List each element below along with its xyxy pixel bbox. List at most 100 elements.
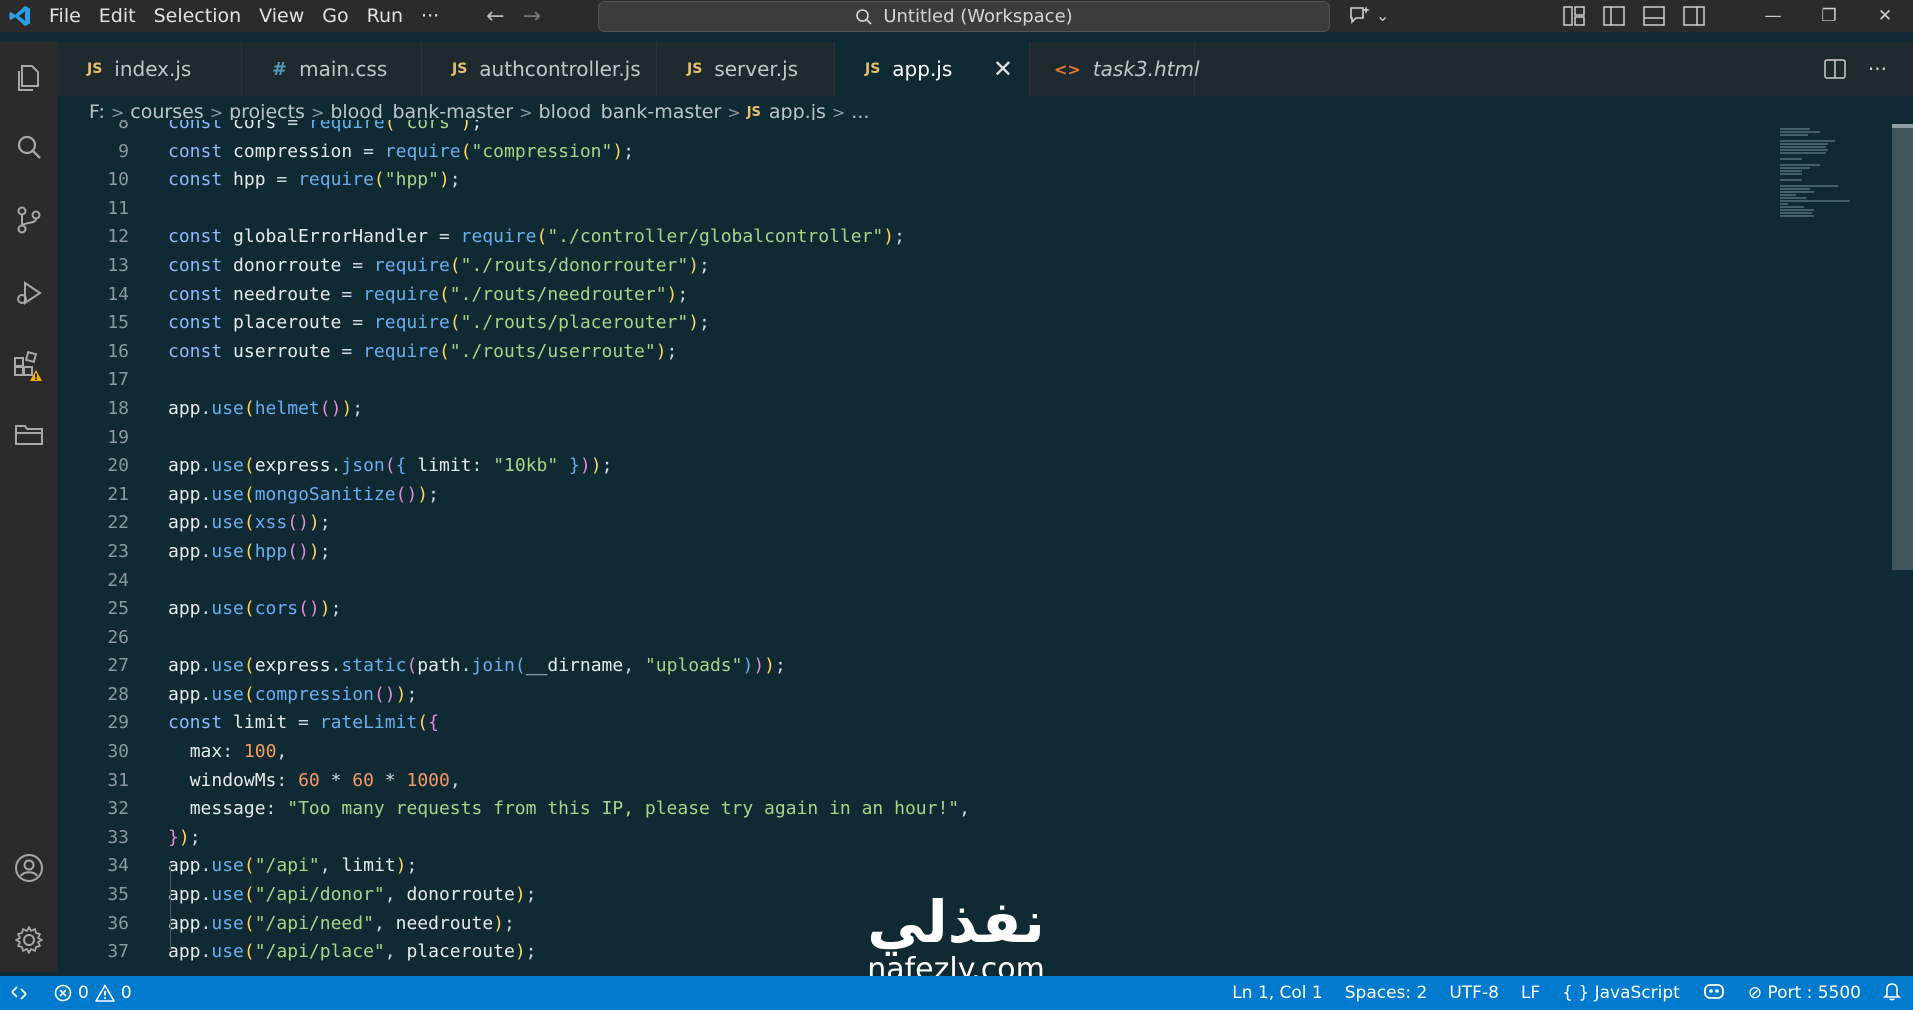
tab-server-js[interactable]: JS server.js [657,42,835,96]
code-token: () [319,397,342,419]
code-line[interactable]: app.use(xss()); [168,509,970,538]
code-line[interactable]: app.use(hpp()); [168,538,970,567]
code-token: ( [536,226,548,248]
explorer-icon[interactable] [11,60,47,96]
restore-icon[interactable]: ❐ [1801,6,1857,26]
back-arrow-icon[interactable]: ← [486,4,504,29]
gear-icon[interactable] [11,922,47,958]
cursor-position[interactable]: Ln 1, Col 1 [1232,983,1323,1003]
tab-task3-html[interactable]: <> task3.html [1030,42,1200,96]
menu-selection[interactable]: Selection [145,0,251,32]
code-token: app [168,655,201,677]
code-line[interactable]: const cors = require("cors"); [168,120,970,138]
code-token: = [363,140,385,162]
indentation[interactable]: Spaces: 2 [1345,983,1428,1003]
code-line[interactable]: const userroute = require("./routs/userr… [168,338,970,367]
more-actions-icon[interactable]: ··· [1868,57,1887,81]
remote-explorer-icon[interactable] [11,416,47,452]
vscode-logo-icon[interactable] [0,0,40,32]
code-token: __dirname [525,655,624,677]
code-line[interactable]: app.use(mongoSanitize()); [168,481,970,510]
chevron-down-icon: ⌄ [1376,5,1390,25]
code-token: hpp [222,169,277,191]
minimap[interactable] [1780,128,1860,217]
code-line[interactable]: const hpp = require("hpp"); [168,166,970,195]
code-token: limit [222,712,299,734]
customize-layout-icon[interactable] [1563,6,1585,26]
menu-run[interactable]: Run [358,0,412,32]
code-line[interactable]: const compression = require("compression… [168,138,970,167]
line-number: 37 [107,941,129,963]
code-token: ) [308,512,320,534]
problems-indicator[interactable]: 0 0 [54,983,132,1003]
code-line[interactable] [168,567,970,596]
code-line[interactable]: app.use(compression()); [168,681,970,710]
live-server-port[interactable]: ⊘ Port : 5500 [1748,983,1861,1003]
code-line[interactable]: app.use(helmet()); [168,395,970,424]
close-tab-icon[interactable]: ✕ [993,55,1013,83]
tab-authcontroller-js[interactable]: JS authcontroller.js [422,42,657,96]
code-line[interactable]: const donorroute = require("./routs/dono… [168,252,970,281]
search-icon[interactable] [11,130,47,166]
code-token: ; [677,283,689,305]
navigation-buttons: ← → [486,4,541,29]
toggle-panel-icon[interactable] [1643,6,1665,26]
code-line[interactable] [168,424,970,453]
bell-icon[interactable] [1883,981,1901,1006]
run-debug-icon[interactable] [11,275,47,311]
code-token: ; [319,512,331,534]
menu-edit[interactable]: Edit [90,0,145,32]
code-content[interactable]: const cors = require("cors"); const compr… [168,120,970,967]
code-token: const [168,340,223,362]
command-center[interactable]: Untitled (Workspace) [598,1,1330,32]
source-control-icon[interactable] [11,202,47,238]
code-editor[interactable]: 8 9 10 11 12 13 14 15 16 17 18 19 20 21 22 23 24 25 26 27 28… [57,120,1913,976]
code-line[interactable]: app.use(express.json({ limit: "10kb" }))… [168,452,970,481]
code-line[interactable]: const globalErrorHandler = require("./co… [168,223,970,252]
tab-index-js[interactable]: JS index.js [57,42,242,96]
minimize-icon[interactable]: — [1745,6,1801,26]
end-of-line[interactable]: LF [1521,983,1540,1003]
code-token: ( [243,884,255,906]
code-line[interactable] [168,624,970,653]
toggle-primary-sidebar-icon[interactable] [1603,6,1625,26]
code-token: ) [514,884,526,906]
code-line[interactable]: app.use("/api", limit); [168,852,970,881]
menu-view[interactable]: View [250,0,313,32]
code-token: hpp [254,540,288,562]
activity-bar: ! [0,42,57,972]
remote-indicator-icon[interactable] [0,976,38,1010]
code-line[interactable]: const placeroute = require("./routs/plac… [168,309,970,338]
accounts-icon[interactable] [11,850,47,886]
encoding[interactable]: UTF-8 [1449,983,1499,1003]
split-editor-icon[interactable] [1824,59,1846,79]
language-mode[interactable]: { } JavaScript [1562,983,1680,1003]
line-number: 32 [107,798,129,820]
code-token: , [276,741,288,763]
close-window-icon[interactable]: ✕ [1857,6,1913,26]
menu-more[interactable]: ··· [412,0,448,32]
code-line[interactable] [168,366,970,395]
code-line[interactable]: const limit = rateLimit({ [168,709,970,738]
copilot-status-icon[interactable] [1702,981,1726,1006]
vertical-scrollbar[interactable] [1892,128,1913,570]
code-line[interactable]: max: 100, [168,738,970,767]
tab-main-css[interactable]: # main.css [242,42,422,96]
menu-go[interactable]: Go [313,0,357,32]
tab-app-js[interactable]: JS app.js ✕ [835,42,1030,96]
code-line[interactable] [168,195,970,224]
copilot-chat-button[interactable]: ⌄ [1348,4,1389,26]
code-line[interactable]: app.use(express.static(path.join(__dirna… [168,652,970,681]
extensions-icon[interactable]: ! [11,348,47,384]
code-line[interactable]: }); [168,824,970,853]
code-line[interactable]: app.use(cors()); [168,595,970,624]
title-bar: File Edit Selection View Go Run ··· ← → … [0,0,1913,32]
code-token: "cors" [395,120,461,133]
code-token: : [276,769,299,791]
code-line[interactable]: const needroute = require("./routs/needr… [168,281,970,310]
menu-file[interactable]: File [40,0,90,32]
code-line[interactable]: windowMs: 60 * 60 * 1000, [168,767,970,796]
toggle-secondary-sidebar-icon[interactable] [1683,6,1705,26]
forward-arrow-icon[interactable]: → [523,4,541,29]
code-line[interactable]: message: "Too many requests from this IP… [168,795,970,824]
